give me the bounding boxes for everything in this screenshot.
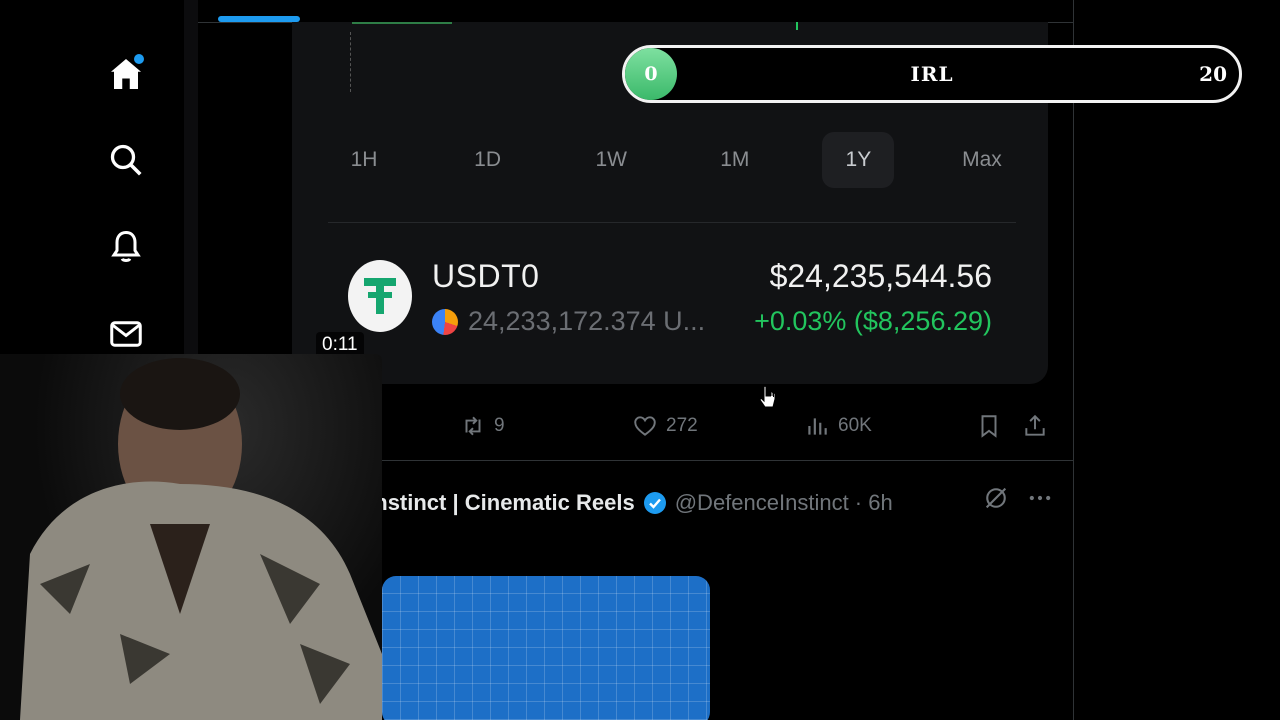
- time-range-tabs: 1H 1D 1W 1M 1Y Max: [328, 132, 1018, 188]
- post-header: enceInstinct | Cinematic Reels @DefenceI…: [318, 486, 893, 520]
- repost-icon: [465, 416, 481, 436]
- bookmark-icon: [981, 415, 997, 438]
- like-button[interactable]: 272: [632, 406, 698, 446]
- chain-pie-icon: [432, 308, 458, 335]
- range-tab-1h[interactable]: 1H: [328, 132, 400, 188]
- share-icon: [1025, 414, 1045, 436]
- range-tab-max[interactable]: Max: [946, 132, 1018, 188]
- token-change: +0.03% ($8,256.29): [754, 306, 992, 336]
- repost-button[interactable]: 9: [460, 406, 505, 446]
- post-media-image[interactable]: [382, 576, 710, 720]
- range-tab-1d[interactable]: 1D: [452, 132, 524, 188]
- token-price: $24,235,544.56: [769, 258, 992, 294]
- share-button[interactable]: [1022, 406, 1048, 446]
- verified-badge-icon: [643, 492, 666, 514]
- tether-logo-icon: [364, 278, 396, 314]
- more-options-icon[interactable]: [1026, 484, 1054, 512]
- repost-count: 9: [494, 415, 505, 436]
- nav-notifications-button[interactable]: [104, 224, 148, 268]
- mouse-cursor-icon: [759, 385, 776, 408]
- token-amount: 24,233,172.374 U...: [468, 306, 706, 336]
- nav-explore-button[interactable]: [104, 138, 148, 182]
- views-button[interactable]: 60K: [804, 406, 872, 446]
- analytics-icon: [808, 418, 827, 435]
- nav-home-button[interactable]: [104, 52, 148, 96]
- like-count: 272: [666, 415, 698, 436]
- webcam-overlay: [0, 354, 382, 720]
- mail-icon: [110, 321, 142, 347]
- token-balance: 24,233,172.374 U...: [432, 306, 705, 337]
- grok-icon[interactable]: [982, 484, 1010, 512]
- post-tools: [982, 484, 1054, 512]
- chart-line: [352, 22, 452, 24]
- streamer-silhouette: [20, 358, 382, 720]
- card-divider: [328, 222, 1016, 223]
- post-handle-time[interactable]: @DefenceInstinct · 6h: [675, 490, 893, 516]
- nav-messages-button[interactable]: [104, 312, 148, 356]
- post-actions: 35 9 272 60K: [292, 406, 1052, 446]
- token-logo: [348, 260, 412, 332]
- notification-dot: [134, 54, 144, 64]
- range-tab-1w[interactable]: 1W: [575, 132, 647, 188]
- goal-label: IRL: [910, 62, 954, 86]
- view-count: 60K: [838, 415, 872, 436]
- heart-icon: [634, 416, 656, 436]
- range-tab-1y[interactable]: 1Y: [822, 132, 895, 188]
- stream-goal-bar: 0 IRL 20: [622, 45, 1242, 103]
- chart-crosshair: [350, 32, 351, 92]
- search-icon: [110, 144, 142, 176]
- bookmark-button[interactable]: [976, 406, 1002, 446]
- x-logo-icon[interactable]: [108, 0, 144, 4]
- bell-icon: [111, 230, 141, 262]
- range-tab-1m[interactable]: 1M: [699, 132, 771, 188]
- chart-tick: [796, 22, 798, 30]
- token-name: USDT0: [432, 258, 540, 294]
- goal-max-value: 20: [1199, 62, 1227, 86]
